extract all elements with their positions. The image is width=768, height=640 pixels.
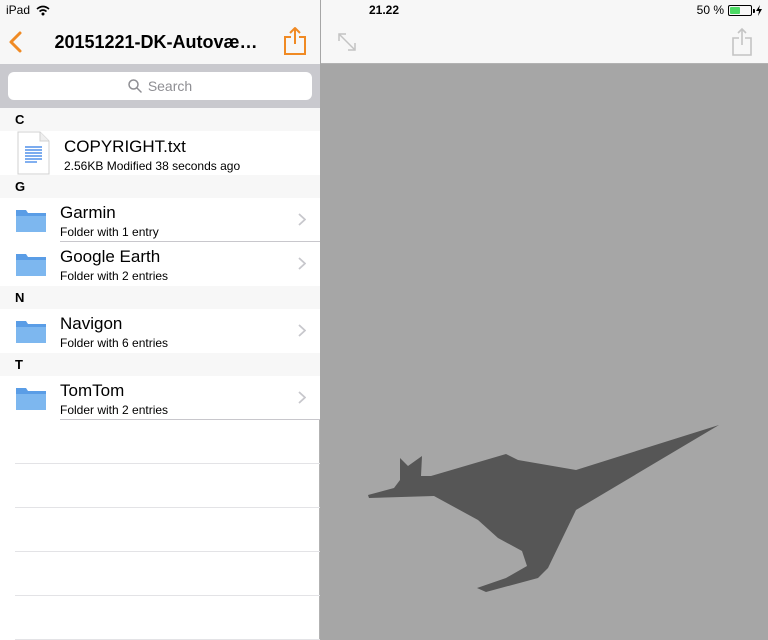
- section-header-c: C: [0, 108, 320, 131]
- row-separator: [15, 551, 320, 552]
- folder-icon: [16, 388, 46, 410]
- section-header-t: T: [0, 353, 320, 376]
- list-item-garmin[interactable]: Garmin Folder with 1 entry: [0, 198, 320, 242]
- page-title: 20151221-DK-Autovæ…: [54, 32, 258, 52]
- battery-icon: [728, 4, 755, 16]
- item-title: COPYRIGHT.txt: [64, 137, 186, 156]
- item-subtitle: Folder with 2 entries: [60, 403, 169, 417]
- row-separator: [15, 507, 320, 508]
- expand-arrows-icon[interactable]: [335, 30, 359, 54]
- list-item-navigon[interactable]: Navigon Folder with 6 entries: [0, 309, 320, 353]
- battery-percent: 50 %: [696, 3, 724, 17]
- row-separator: [15, 595, 320, 596]
- item-title: Google Earth: [60, 247, 161, 266]
- file-browser-panel: 20151221-DK-Autovæ… Search C COPYRIGHT.t…: [0, 0, 320, 640]
- charging-bolt-icon: [756, 4, 762, 16]
- item-title: TomTom: [60, 381, 125, 400]
- chevron-right-icon: [298, 257, 306, 270]
- list-item-copyright[interactable]: COPYRIGHT.txt 2.56KB Modified 38 seconds…: [0, 131, 320, 175]
- folder-icon: [16, 254, 46, 276]
- empty-row-separators: [15, 420, 320, 640]
- item-subtitle: Folder with 1 entry: [60, 225, 159, 239]
- search-input[interactable]: Search: [8, 72, 312, 100]
- chevron-right-icon: [298, 213, 306, 226]
- search-bar: Search: [0, 64, 320, 108]
- battery-level: [730, 6, 740, 14]
- chevron-right-icon: [298, 391, 306, 404]
- item-subtitle: 2.56KB Modified 38 seconds ago: [64, 159, 241, 173]
- list-item-google-earth[interactable]: Google Earth Folder with 2 entries: [0, 242, 320, 286]
- status-right: 50 %: [697, 3, 762, 17]
- folder-icon: [16, 321, 46, 343]
- kangaroo-logo: [368, 425, 719, 592]
- share-icon[interactable]: [282, 26, 308, 56]
- battery-tip: [753, 8, 755, 13]
- item-title: Navigon: [60, 314, 123, 333]
- item-title: Garmin: [60, 203, 116, 222]
- section-header-n: N: [0, 286, 320, 309]
- search-icon: [128, 79, 142, 93]
- folder-icon: [16, 210, 46, 232]
- item-subtitle: Folder with 2 entries: [60, 269, 169, 283]
- file-list: C COPYRIGHT.txt 2.56KB Modified 38 secon…: [0, 108, 320, 420]
- share-icon[interactable]: [731, 27, 753, 57]
- status-time: 21.22: [368, 3, 400, 17]
- item-subtitle: Folder with 6 entries: [60, 336, 169, 350]
- section-header-g: G: [0, 175, 320, 198]
- chevron-right-icon: [298, 324, 306, 337]
- list-item-tomtom[interactable]: TomTom Folder with 2 entries: [0, 376, 320, 420]
- text-file-icon: [17, 131, 50, 175]
- search-placeholder: Search: [147, 78, 193, 94]
- status-bar: iPad 21.22 50 %: [0, 0, 768, 20]
- chevron-left-icon[interactable]: [6, 30, 26, 54]
- row-separator: [15, 463, 320, 464]
